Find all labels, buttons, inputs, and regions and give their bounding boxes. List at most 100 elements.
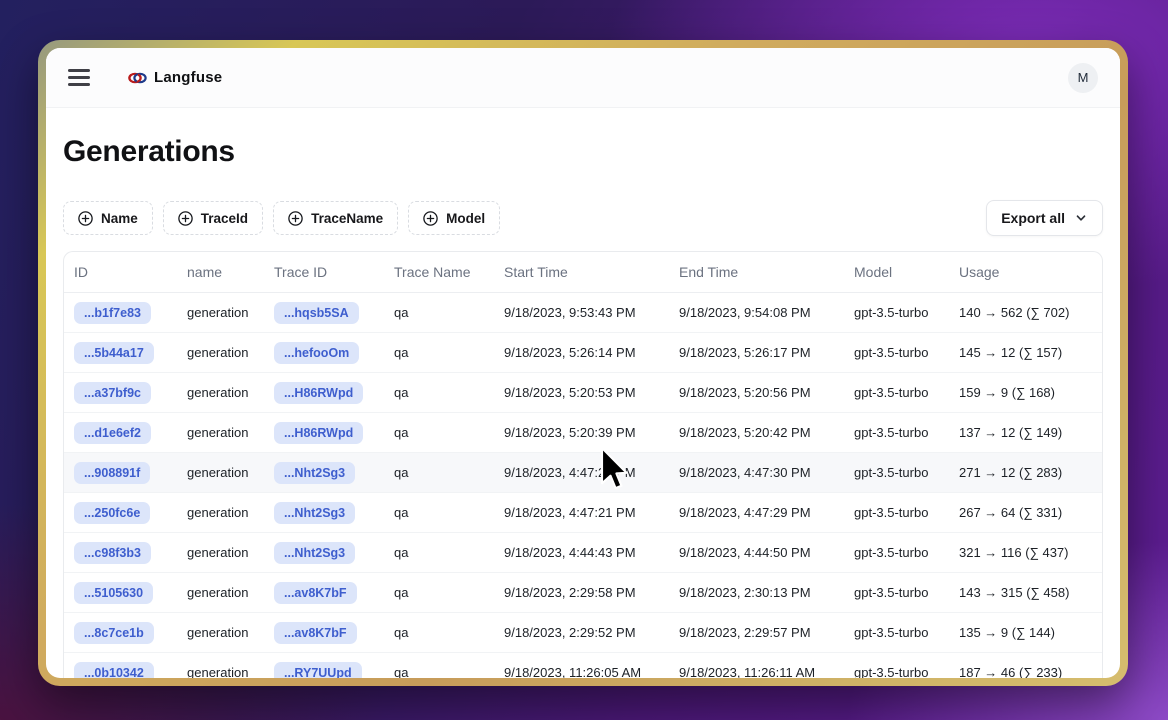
cell-name: generation <box>187 385 274 400</box>
cell-start_time: 9/18/2023, 4:44:43 PM <box>504 545 679 560</box>
cell-usage: 321 → 116 (∑ 437) <box>959 545 1092 560</box>
cell-model: gpt-3.5-turbo <box>854 585 959 600</box>
filter-chip-model[interactable]: Model <box>408 201 500 235</box>
table-row[interactable]: ...8c7ce1bgeneration...av8K7bFqa9/18/202… <box>64 613 1102 653</box>
trace_id-badge[interactable]: ...Nht2Sg3 <box>274 502 355 524</box>
id-badge[interactable]: ...0b10342 <box>74 662 154 679</box>
cell-id: ...250fc6e <box>74 502 187 524</box>
filter-chip-traceid[interactable]: TraceId <box>163 201 263 235</box>
cell-model: gpt-3.5-turbo <box>854 665 959 678</box>
cell-end_time: 9/18/2023, 5:20:42 PM <box>679 425 854 440</box>
cell-id: ...908891f <box>74 462 187 484</box>
trace_id-badge[interactable]: ...RY7UUpd <box>274 662 362 679</box>
filter-chip-name[interactable]: Name <box>63 201 153 235</box>
cell-end_time: 9/18/2023, 2:29:57 PM <box>679 625 854 640</box>
trace_id-badge[interactable]: ...av8K7bF <box>274 582 357 604</box>
trace_id-badge[interactable]: ...hqsb5SA <box>274 302 359 324</box>
cell-usage: 140 → 562 (∑ 702) <box>959 305 1092 320</box>
filter-chip-tracename[interactable]: TraceName <box>273 201 398 235</box>
trace_id-badge[interactable]: ...H86RWpd <box>274 382 363 404</box>
table-row[interactable]: ...c98f3b3generation...Nht2Sg3qa9/18/202… <box>64 533 1102 573</box>
cell-trace_id: ...hefooOm <box>274 342 394 364</box>
cell-end_time: 9/18/2023, 11:26:11 AM <box>679 665 854 678</box>
column-header-id: ID <box>74 264 187 280</box>
cell-start_time: 9/18/2023, 5:26:14 PM <box>504 345 679 360</box>
cell-trace_name: qa <box>394 345 504 360</box>
id-badge[interactable]: ...5b44a17 <box>74 342 154 364</box>
cell-model: gpt-3.5-turbo <box>854 305 959 320</box>
table-header-row: IDnameTrace IDTrace NameStart TimeEnd Ti… <box>64 252 1102 293</box>
cell-name: generation <box>187 425 274 440</box>
langfuse-logo-icon <box>128 71 147 85</box>
cell-id: ...d1e6ef2 <box>74 422 187 444</box>
cell-end_time: 9/18/2023, 5:26:17 PM <box>679 345 854 360</box>
cell-end_time: 9/18/2023, 5:20:56 PM <box>679 385 854 400</box>
filter-chips-container: Name TraceId TraceName Model <box>63 201 500 235</box>
cell-model: gpt-3.5-turbo <box>854 545 959 560</box>
cell-end_time: 9/18/2023, 4:44:50 PM <box>679 545 854 560</box>
table-row[interactable]: ...a37bf9cgeneration...H86RWpdqa9/18/202… <box>64 373 1102 413</box>
id-badge[interactable]: ...8c7ce1b <box>74 622 154 644</box>
cell-model: gpt-3.5-turbo <box>854 505 959 520</box>
table-row[interactable]: ...5105630generation...av8K7bFqa9/18/202… <box>64 573 1102 613</box>
cell-trace_id: ...RY7UUpd <box>274 662 394 679</box>
filter-chip-label: Name <box>101 211 138 226</box>
cell-name: generation <box>187 305 274 320</box>
cell-end_time: 9/18/2023, 2:30:13 PM <box>679 585 854 600</box>
column-header-start_time: Start Time <box>504 264 679 280</box>
cell-usage: 137 → 12 (∑ 149) <box>959 425 1092 440</box>
cell-start_time: 9/18/2023, 5:20:39 PM <box>504 425 679 440</box>
trace_id-badge[interactable]: ...hefooOm <box>274 342 359 364</box>
cell-usage: 271 → 12 (∑ 283) <box>959 465 1092 480</box>
page-title: Generations <box>63 135 1103 169</box>
cell-usage: 145 → 12 (∑ 157) <box>959 345 1092 360</box>
id-badge[interactable]: ...250fc6e <box>74 502 150 524</box>
column-header-trace_id: Trace ID <box>274 264 394 280</box>
generations-table: IDnameTrace IDTrace NameStart TimeEnd Ti… <box>63 251 1103 678</box>
cell-name: generation <box>187 625 274 640</box>
cell-usage: 135 → 9 (∑ 144) <box>959 625 1092 640</box>
cell-usage: 159 → 9 (∑ 168) <box>959 385 1092 400</box>
table-row[interactable]: ...b1f7e83generation...hqsb5SAqa9/18/202… <box>64 293 1102 333</box>
user-avatar[interactable]: M <box>1068 63 1098 93</box>
cell-id: ...5b44a17 <box>74 342 187 364</box>
cell-id: ...0b10342 <box>74 662 187 679</box>
column-header-model: Model <box>854 264 959 280</box>
menu-hamburger-icon[interactable] <box>68 69 90 85</box>
trace_id-badge[interactable]: ...H86RWpd <box>274 422 363 444</box>
cell-id: ...8c7ce1b <box>74 622 187 644</box>
cell-name: generation <box>187 545 274 560</box>
trace_id-badge[interactable]: ...av8K7bF <box>274 622 357 644</box>
filter-chip-label: TraceId <box>201 211 248 226</box>
table-row[interactable]: ...250fc6egeneration...Nht2Sg3qa9/18/202… <box>64 493 1102 533</box>
cell-trace_id: ...hqsb5SA <box>274 302 394 324</box>
cell-trace_id: ...Nht2Sg3 <box>274 502 394 524</box>
main-content: Generations Name TraceId Tra <box>46 108 1120 678</box>
id-badge[interactable]: ...b1f7e83 <box>74 302 151 324</box>
id-badge[interactable]: ...d1e6ef2 <box>74 422 151 444</box>
trace_id-badge[interactable]: ...Nht2Sg3 <box>274 462 355 484</box>
export-all-label: Export all <box>1001 210 1065 226</box>
table-row[interactable]: ...0b10342generation...RY7UUpdqa9/18/202… <box>64 653 1102 678</box>
cell-trace_name: qa <box>394 465 504 480</box>
column-header-name: name <box>187 264 274 280</box>
table-row[interactable]: ...908891fgeneration...Nht2Sg3qa9/18/202… <box>64 453 1102 493</box>
id-badge[interactable]: ...a37bf9c <box>74 382 151 404</box>
chevron-down-icon <box>1074 211 1088 225</box>
cell-start_time: 9/18/2023, 11:26:05 AM <box>504 665 679 678</box>
brand[interactable]: Langfuse <box>128 69 222 86</box>
cell-trace_id: ...H86RWpd <box>274 382 394 404</box>
cell-name: generation <box>187 465 274 480</box>
cell-usage: 143 → 315 (∑ 458) <box>959 585 1092 600</box>
cell-end_time: 9/18/2023, 4:47:29 PM <box>679 505 854 520</box>
cell-trace_name: qa <box>394 505 504 520</box>
id-badge[interactable]: ...c98f3b3 <box>74 542 151 564</box>
table-row[interactable]: ...d1e6ef2generation...H86RWpdqa9/18/202… <box>64 413 1102 453</box>
cell-trace_name: qa <box>394 305 504 320</box>
table-row[interactable]: ...5b44a17generation...hefooOmqa9/18/202… <box>64 333 1102 373</box>
trace_id-badge[interactable]: ...Nht2Sg3 <box>274 542 355 564</box>
export-all-button[interactable]: Export all <box>986 200 1103 236</box>
id-badge[interactable]: ...908891f <box>74 462 150 484</box>
id-badge[interactable]: ...5105630 <box>74 582 153 604</box>
app-surface: Langfuse M Generations Name TraceId <box>46 48 1120 678</box>
